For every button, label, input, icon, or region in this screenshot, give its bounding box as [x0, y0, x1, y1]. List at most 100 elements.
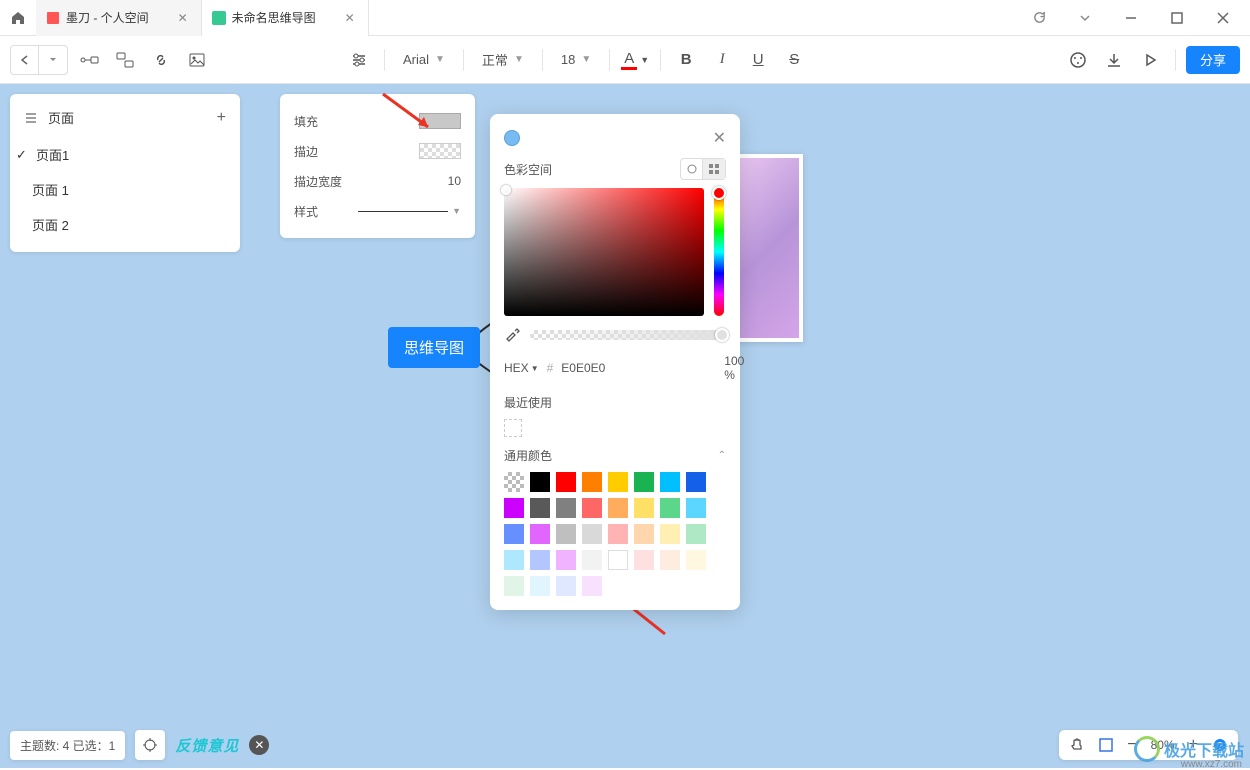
color-swatch[interactable] — [556, 550, 576, 570]
chevron-up-icon[interactable]: ⌃ — [718, 450, 726, 461]
weight-select[interactable]: 正常▼ — [474, 45, 532, 75]
color-swatch[interactable] — [504, 524, 524, 544]
minimize-button[interactable] — [1112, 4, 1150, 32]
color-swatch[interactable] — [634, 498, 654, 518]
maximize-button[interactable] — [1158, 4, 1196, 32]
color-swatch[interactable] — [504, 576, 524, 596]
tab-mindmap[interactable]: 未命名思维导图 ✕ — [202, 0, 369, 36]
tab-workspace[interactable]: 墨刀 - 个人空间 ✕ — [36, 0, 202, 36]
color-swatch[interactable] — [582, 550, 602, 570]
color-swatch[interactable] — [660, 498, 680, 518]
font-select[interactable]: Arial▼ — [395, 45, 453, 75]
color-swatch[interactable] — [556, 576, 576, 596]
color-swatch[interactable] — [686, 524, 706, 544]
style-preview[interactable] — [358, 211, 448, 212]
color-swatch[interactable] — [582, 524, 602, 544]
color-swatch[interactable] — [660, 550, 680, 570]
share-button[interactable]: 分享 — [1186, 46, 1240, 74]
opacity-value[interactable]: 100 % — [724, 354, 744, 382]
color-swatch[interactable] — [608, 524, 628, 544]
strikethrough-button[interactable]: S — [779, 45, 809, 75]
wheel-mode[interactable] — [681, 159, 703, 179]
color-swatch[interactable] — [504, 472, 524, 492]
color-swatch[interactable] — [686, 472, 706, 492]
canvas[interactable]: 页面 + 页面1 页面 1 页面 2 填充 描边 描边宽度10 样式▼ 思维导图… — [0, 84, 1250, 768]
stroke-swatch[interactable] — [419, 143, 461, 159]
close-icon[interactable]: ✕ — [713, 128, 726, 148]
color-swatch[interactable] — [634, 524, 654, 544]
subtopic-button[interactable] — [74, 45, 104, 75]
color-swatch[interactable] — [608, 550, 628, 570]
hue-cursor[interactable] — [712, 186, 726, 200]
color-swatch[interactable] — [660, 472, 680, 492]
alpha-slider[interactable] — [530, 330, 726, 340]
page-item[interactable]: 页面 1 — [10, 172, 240, 207]
feedback-link[interactable]: 反馈意见 — [175, 735, 239, 756]
page-item[interactable]: 页面1 — [10, 137, 240, 172]
image-card[interactable] — [735, 154, 803, 342]
image-button[interactable] — [182, 45, 212, 75]
page-item[interactable]: 页面 2 — [10, 207, 240, 242]
swatch-grid — [504, 472, 726, 596]
close-icon[interactable]: ✕ — [342, 10, 358, 26]
dropdown-button[interactable] — [1066, 4, 1104, 32]
home-button[interactable] — [0, 0, 36, 36]
close-window-button[interactable] — [1204, 4, 1242, 32]
color-swatch[interactable] — [608, 472, 628, 492]
color-swatch[interactable] — [634, 472, 654, 492]
feedback-close[interactable]: ✕ — [249, 735, 269, 755]
download-button[interactable] — [1099, 45, 1129, 75]
color-swatch[interactable] — [530, 498, 550, 518]
related-topic-button[interactable] — [110, 45, 140, 75]
color-swatch[interactable] — [556, 472, 576, 492]
color-swatch[interactable] — [686, 498, 706, 518]
color-swatch[interactable] — [582, 576, 602, 596]
saturation-area[interactable] — [504, 188, 704, 316]
play-button[interactable] — [1135, 45, 1165, 75]
alpha-cursor[interactable] — [715, 328, 729, 342]
hex-mode-select[interactable]: HEX ▼ — [504, 361, 539, 375]
color-swatch[interactable] — [504, 498, 524, 518]
grid-mode[interactable] — [703, 159, 725, 179]
color-swatch[interactable] — [686, 550, 706, 570]
root-node[interactable]: 思维导图 — [388, 327, 480, 368]
color-swatch[interactable] — [530, 550, 550, 570]
italic-button[interactable]: I — [707, 45, 737, 75]
colorspace-label: 色彩空间 — [504, 161, 680, 178]
pan-button[interactable] — [1069, 737, 1085, 753]
bold-button[interactable]: B — [671, 45, 701, 75]
saturation-cursor[interactable] — [501, 185, 511, 195]
size-select[interactable]: 18▼ — [553, 45, 599, 75]
color-swatch[interactable] — [504, 550, 524, 570]
color-swatch[interactable] — [582, 472, 602, 492]
hue-slider[interactable] — [714, 188, 724, 316]
color-swatch[interactable] — [530, 524, 550, 544]
settings-button[interactable] — [344, 45, 374, 75]
color-swatch[interactable] — [582, 498, 602, 518]
fill-swatch[interactable] — [419, 113, 461, 129]
color-swatch[interactable] — [556, 524, 576, 544]
statusbar: 主题数: 4 已选：1 反馈意见 ✕ — [10, 730, 269, 760]
link-button[interactable] — [146, 45, 176, 75]
underline-button[interactable]: U — [743, 45, 773, 75]
hex-input[interactable] — [561, 361, 716, 375]
frame-button[interactable] — [1099, 738, 1113, 752]
locate-button[interactable] — [135, 730, 165, 760]
color-swatch[interactable] — [556, 498, 576, 518]
color-swatch[interactable] — [530, 472, 550, 492]
color-swatch[interactable] — [608, 498, 628, 518]
color-swatch[interactable] — [660, 524, 680, 544]
close-icon[interactable]: ✕ — [175, 10, 191, 26]
color-swatch[interactable] — [530, 576, 550, 596]
nav-dropdown[interactable] — [39, 46, 67, 74]
text-color-button[interactable]: A▼ — [620, 45, 650, 75]
color-mode-solid[interactable] — [504, 130, 520, 146]
add-page-button[interactable]: + — [217, 109, 226, 127]
refresh-button[interactable] — [1020, 4, 1058, 32]
stroke-width-value[interactable]: 10 — [448, 174, 461, 188]
theme-button[interactable] — [1063, 45, 1093, 75]
recent-swatch-empty[interactable] — [504, 419, 522, 437]
back-button[interactable] — [11, 46, 39, 74]
color-swatch[interactable] — [634, 550, 654, 570]
eyedropper-button[interactable] — [504, 326, 522, 344]
